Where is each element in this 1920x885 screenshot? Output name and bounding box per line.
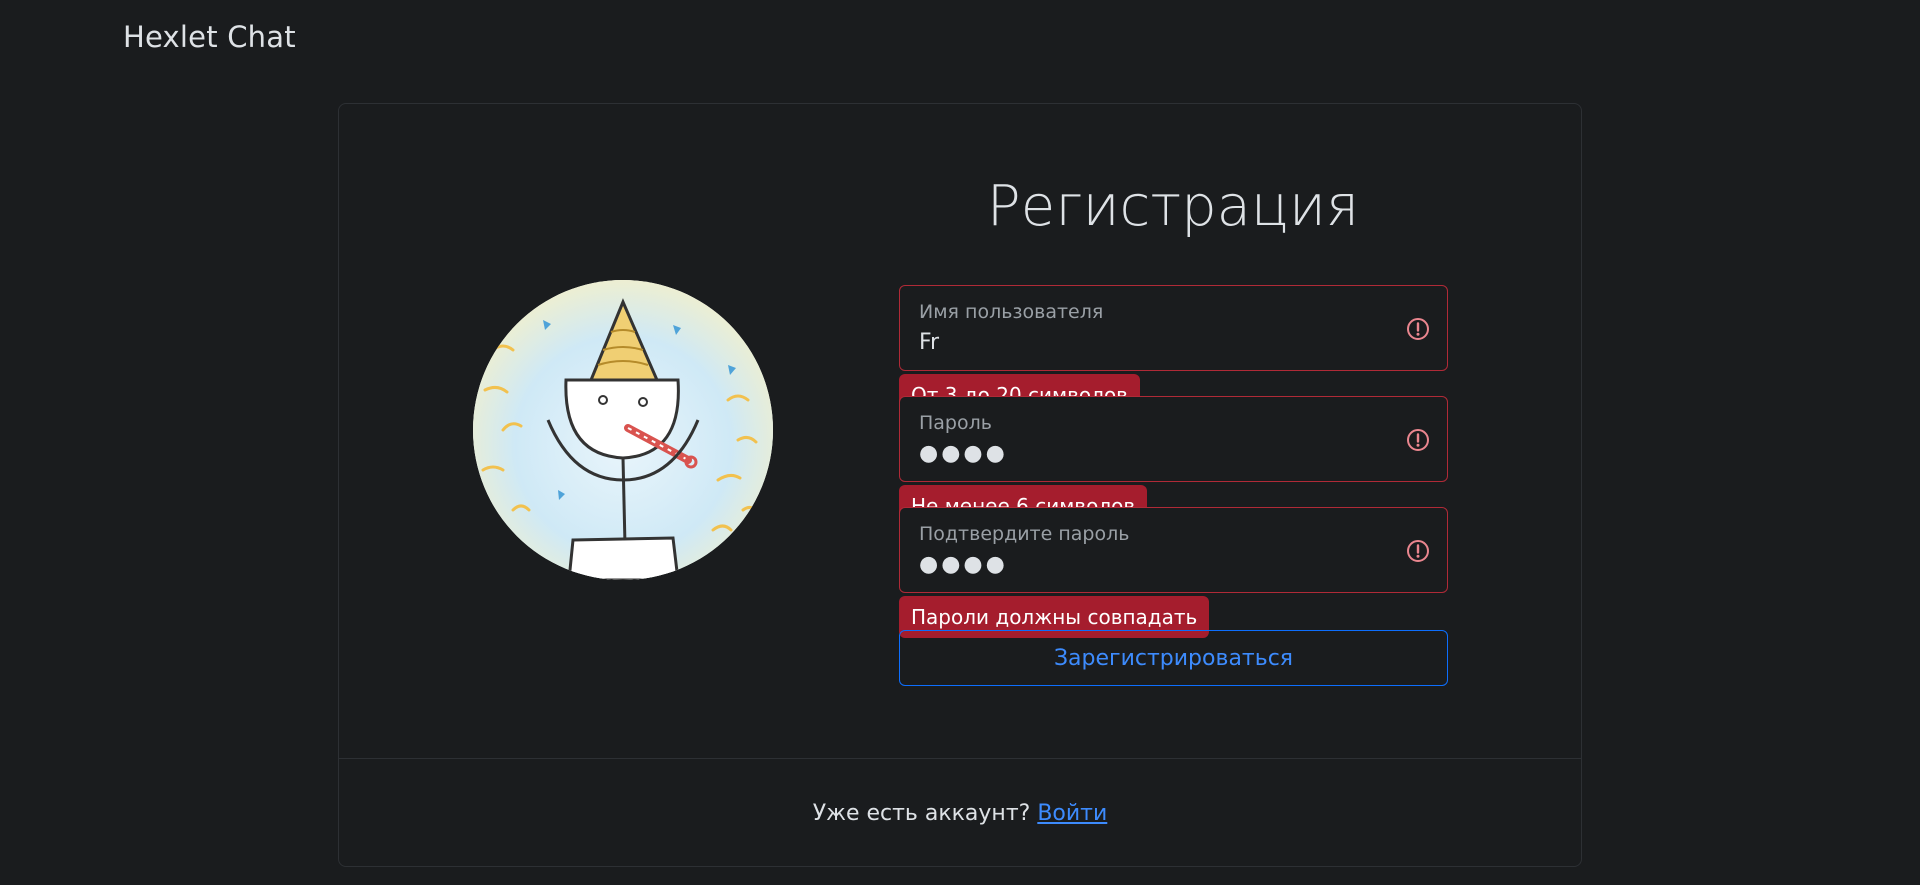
confirm-password-input[interactable]: ●●●● xyxy=(919,552,1008,577)
footer-text: Уже есть аккаунт? xyxy=(812,801,1031,826)
exclamation-circle-icon xyxy=(1406,317,1430,341)
party-figure-illustration xyxy=(473,280,773,580)
login-link[interactable]: Войти xyxy=(1037,801,1107,826)
password-field[interactable]: Пароль ●●●● xyxy=(899,396,1448,482)
navbar: Hexlet Chat xyxy=(0,0,1920,80)
password-input[interactable]: ●●●● xyxy=(919,441,1008,466)
username-label: Имя пользователя xyxy=(919,301,1104,323)
page-title: Регистрация xyxy=(986,174,1360,239)
username-field[interactable]: Имя пользователя Fr xyxy=(899,285,1448,371)
register-button[interactable]: Зарегистрироваться xyxy=(899,630,1448,686)
confirm-password-field[interactable]: Подтвердите пароль ●●●● xyxy=(899,507,1448,593)
confirm-password-label: Подтвердите пароль xyxy=(919,523,1130,545)
signup-card: Регистрация Имя пользователя Fr От 3 до … xyxy=(338,103,1582,867)
password-label: Пароль xyxy=(919,412,992,434)
brand-link[interactable]: Hexlet Chat xyxy=(123,20,296,54)
exclamation-circle-icon xyxy=(1406,428,1430,452)
card-footer: Уже есть аккаунт? Войти xyxy=(339,758,1581,868)
username-input[interactable]: Fr xyxy=(919,330,939,355)
exclamation-circle-icon xyxy=(1406,539,1430,563)
signup-avatar-image xyxy=(473,280,773,580)
card-body: Регистрация Имя пользователя Fr От 3 до … xyxy=(339,104,1581,758)
